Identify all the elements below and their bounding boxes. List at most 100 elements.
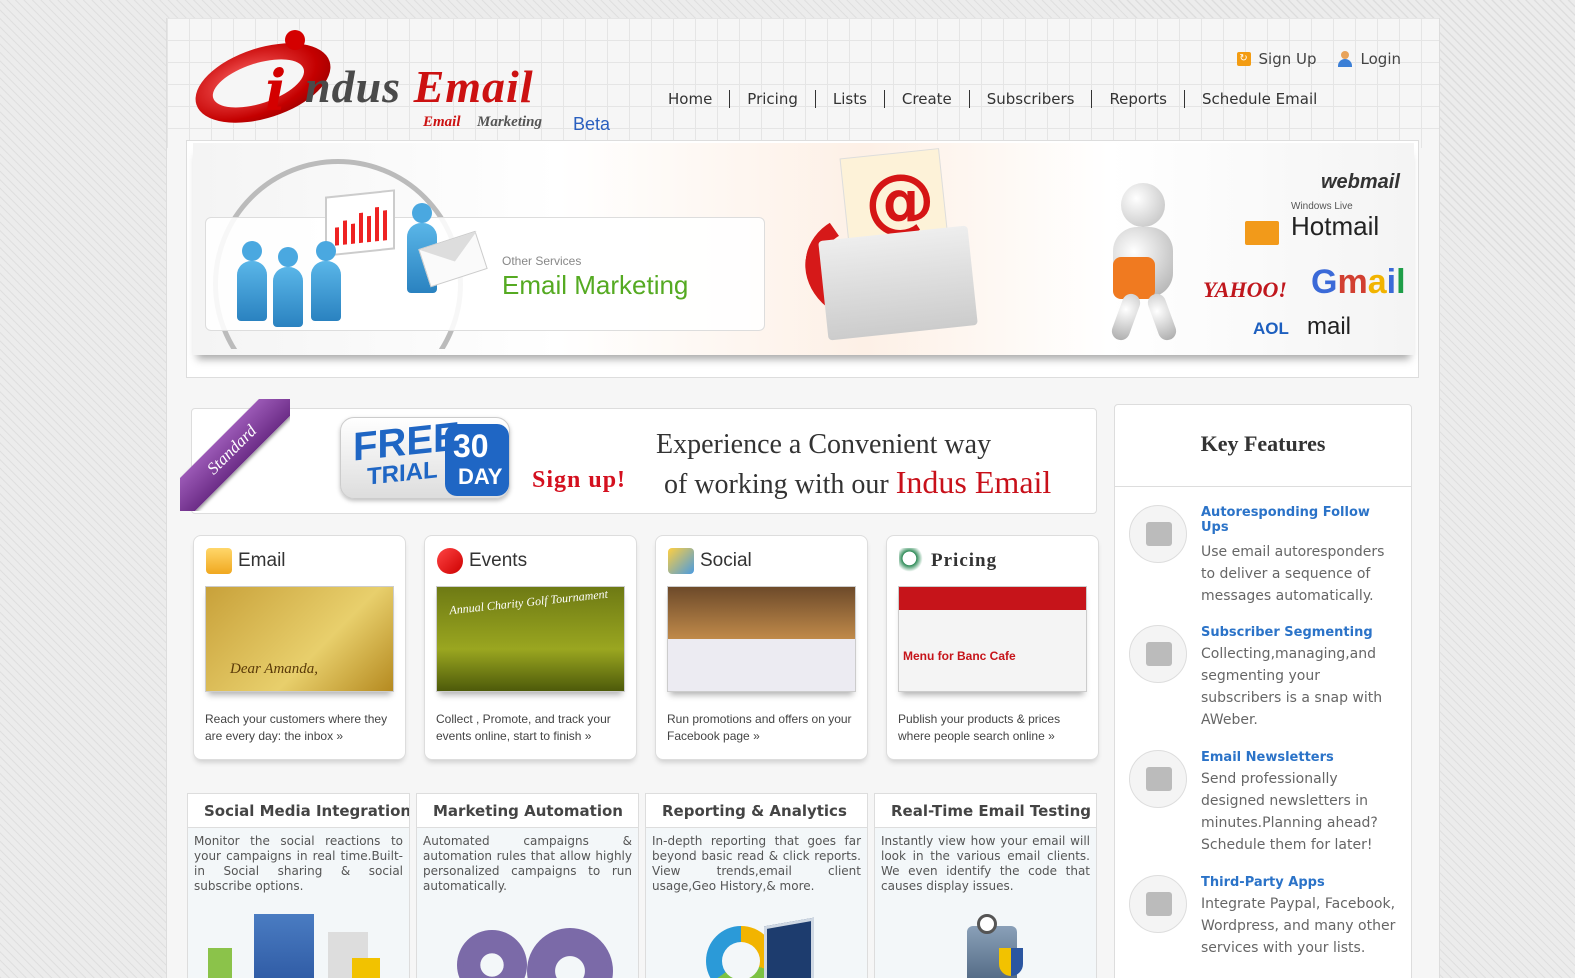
nav-schedule-email[interactable]: Schedule Email: [1185, 90, 1334, 108]
logo-wordmark: ndus Email: [305, 60, 534, 113]
signup-link[interactable]: ↻ Sign Up: [1236, 50, 1317, 68]
gmail-letter: l: [1396, 263, 1406, 301]
badge-day: DAY: [458, 464, 503, 489]
testing-icon: [875, 908, 1096, 978]
magnifier-icon: [899, 548, 925, 574]
nav-home[interactable]: Home: [651, 90, 731, 108]
card-image: Annual Charity Golf Tournament: [436, 586, 625, 692]
audience-figure: [237, 241, 267, 321]
key-feature-link[interactable]: Subscriber Segmenting: [1201, 625, 1397, 640]
trial-headline-2: of working with our Indus Email: [664, 464, 1051, 501]
image-caption: Menu for Banc Cafe: [903, 649, 1016, 663]
logo-ndus: ndus: [305, 61, 402, 112]
feature-title: Real-Time Email Testing: [875, 794, 1096, 828]
nav-pricing[interactable]: Pricing: [730, 90, 816, 108]
ribbon-label: Standard: [180, 399, 290, 511]
trial-signup-link[interactable]: Sign up!: [532, 467, 626, 494]
nav-lists[interactable]: Lists: [816, 90, 885, 108]
gmail-logo: Gmail: [1311, 263, 1406, 302]
mail-carrier-figure: [1093, 183, 1203, 343]
badge-trial: TRIAL: [367, 456, 438, 491]
chart-board: [325, 189, 395, 257]
user-icon: [1337, 51, 1353, 67]
badge-30: 30: [453, 428, 489, 464]
login-link[interactable]: Login: [1337, 50, 1401, 68]
service-small-label: Other Services: [502, 254, 582, 268]
party-hat-icon: [437, 548, 463, 574]
gmail-letter: a: [1367, 263, 1387, 301]
image-caption: Annual Charity Golf Tournament: [448, 586, 609, 618]
card-header: Events: [437, 548, 527, 574]
key-feature-text: Use email autoresponders to deliver a se…: [1201, 544, 1385, 604]
page-container: i ndus Email Email Marketing Beta ↻ Sign…: [166, 18, 1440, 978]
feature-marketing-automation[interactable]: Marketing Automation Automated campaigns…: [416, 793, 639, 978]
indus-email-logo[interactable]: i ndus Email Email Marketing Beta: [185, 28, 613, 140]
hero-banner: Other Services Email Marketing @ webmail…: [186, 140, 1419, 378]
chart-icon: [668, 548, 694, 574]
card-description[interactable]: Reach your customers where they are ever…: [205, 711, 400, 745]
nav-subscribers[interactable]: Subscribers: [970, 90, 1093, 108]
hotmail-logo: Hotmail: [1291, 211, 1380, 241]
image-caption: Dear Amanda,: [230, 661, 319, 677]
service-title: Email Marketing: [502, 270, 689, 300]
card-description[interactable]: Collect , Promote, and track your events…: [436, 711, 631, 745]
account-links: ↻ Sign Up Login: [1236, 50, 1401, 68]
card-events[interactable]: Events Annual Charity Golf Tournament Co…: [424, 535, 637, 760]
card-image: Dear Amanda,: [205, 586, 394, 692]
card-email[interactable]: Email Dear Amanda, Reach your customers …: [193, 535, 406, 760]
main-nav: Home Pricing Lists Create Subscribers Re…: [651, 90, 1334, 108]
feature-boxes: Social Media Integration Monitor the soc…: [187, 793, 1097, 978]
key-feature-link[interactable]: Autoresponding Follow Ups: [1201, 505, 1397, 535]
stack-icon: [1129, 505, 1187, 563]
feature-text: Automated campaigns & automation rules t…: [423, 834, 632, 893]
figure-leg: [1145, 291, 1179, 343]
feature-text: Instantly view how your email will look …: [881, 834, 1090, 893]
free-trial-banner[interactable]: Standard FREE TRIAL 30 DAY Sign up! Expe…: [180, 399, 1097, 514]
hotmail-icon: [1245, 221, 1279, 245]
feature-realtime-testing[interactable]: Real-Time Email Testing Instantly view h…: [874, 793, 1097, 978]
trial-brand: Indus Email: [895, 464, 1052, 500]
feature-text: Monitor the social reactions to your cam…: [194, 834, 403, 893]
feature-title: Reporting & Analytics: [646, 794, 867, 828]
audience-figure: [273, 247, 303, 327]
feature-title: Social Media Integration: [188, 794, 409, 828]
key-feature-link[interactable]: Third-Party Apps: [1201, 875, 1397, 890]
nav-create[interactable]: Create: [885, 90, 970, 108]
card-pricing[interactable]: Pricing Menu for Banc Cafe Publish your …: [886, 535, 1099, 760]
trial-headline-1: Experience a Convenient way: [656, 429, 992, 460]
key-feature-text: Send professionally designed newsletters…: [1201, 771, 1378, 853]
product-cards: Email Dear Amanda, Reach your customers …: [193, 535, 1099, 760]
key-feature-text: Collecting,managing,and segmenting your …: [1201, 646, 1383, 728]
card-social[interactable]: Social Run promotions and offers on your…: [655, 535, 868, 760]
card-image: Menu for Banc Cafe: [898, 586, 1087, 692]
trial-line2-text: of working with our: [664, 469, 889, 500]
card-description[interactable]: Run promotions and offers on your Facebo…: [667, 711, 862, 745]
feature-reporting-analytics[interactable]: Reporting & Analytics In-depth reporting…: [645, 793, 868, 978]
social-profiles-icon: [188, 908, 409, 978]
webmail-logos: webmail Windows Live Hotmail YAHOO! Gmai…: [1203, 163, 1423, 343]
standard-ribbon: Standard: [180, 399, 290, 511]
gmail-letter: i: [1386, 263, 1397, 301]
email-envelope-graphic: @: [796, 148, 978, 341]
key-feature-link[interactable]: Email Newsletters: [1201, 750, 1397, 765]
gears-icon: [1129, 875, 1187, 933]
envelope-icon: [206, 548, 232, 574]
group-icon: [1129, 625, 1187, 683]
presentation-illustration: [227, 189, 447, 333]
yahoo-logo: YAHOO!: [1203, 277, 1287, 302]
feature-social-media[interactable]: Social Media Integration Monitor the soc…: [187, 793, 410, 978]
card-description[interactable]: Publish your products & prices where peo…: [898, 711, 1093, 745]
nav-reports[interactable]: Reports: [1092, 90, 1185, 108]
figure-leg: [1109, 291, 1143, 343]
signup-icon: ↻: [1236, 52, 1251, 66]
envelope-icon: [1129, 750, 1187, 808]
logo-i: i: [265, 58, 287, 124]
mail-bag: [1113, 257, 1155, 299]
gmail-letter: m: [1337, 263, 1368, 301]
at-sign: @: [865, 159, 935, 241]
card-image: [667, 586, 856, 692]
key-feature-text: Integrate Paypal, Facebook, Wordpress, a…: [1201, 896, 1396, 956]
logo-email: Email: [413, 61, 534, 112]
card-header: Email: [206, 548, 286, 574]
gears-icon: [417, 908, 638, 978]
